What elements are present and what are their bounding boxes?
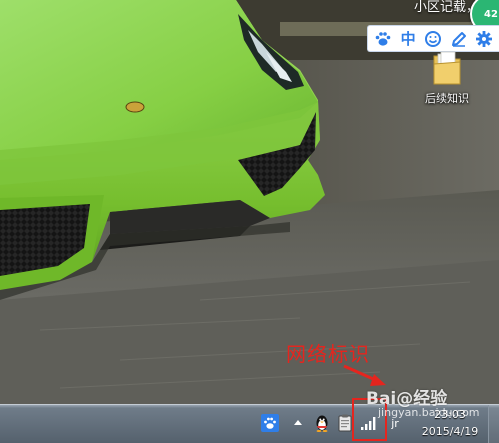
baidu-paw-tray-button[interactable] bbox=[260, 413, 280, 433]
clipboard-icon bbox=[338, 414, 352, 432]
show-hidden-icons-button[interactable] bbox=[288, 413, 308, 433]
watermark-url: jingyan.baidu.com bbox=[378, 406, 480, 419]
ime-handwriting-button[interactable] bbox=[448, 28, 470, 50]
qq-tray-button[interactable] bbox=[312, 413, 332, 433]
clock-date: 2015/4/19 bbox=[421, 425, 479, 438]
pen-icon bbox=[451, 31, 466, 47]
smiley-icon bbox=[425, 30, 442, 47]
desktop-icon-label: 后续知识 bbox=[425, 92, 469, 105]
ime-toolbar: 中 bbox=[367, 25, 499, 52]
folder-icon bbox=[432, 50, 462, 86]
paw-icon bbox=[375, 31, 390, 46]
chevron-up-icon bbox=[294, 420, 302, 425]
desktop-icon-folder[interactable]: 后续知识 bbox=[410, 50, 484, 106]
baidu-paw-icon bbox=[261, 414, 279, 432]
ime-paw-button[interactable] bbox=[372, 28, 394, 50]
show-desktop-button[interactable] bbox=[488, 405, 499, 443]
ime-settings-button[interactable] bbox=[473, 28, 495, 50]
qq-penguin-icon bbox=[316, 415, 328, 432]
ime-language-button[interactable]: 中 bbox=[397, 28, 419, 50]
gear-icon bbox=[476, 30, 493, 47]
ime-emoji-button[interactable] bbox=[422, 28, 444, 50]
